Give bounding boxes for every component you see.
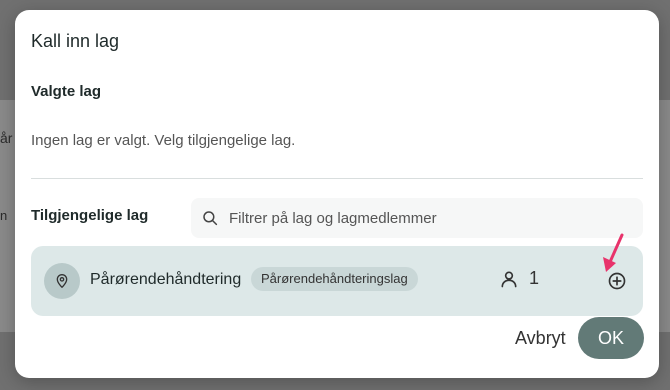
plus-circle-icon: [608, 272, 626, 290]
search-field[interactable]: [191, 198, 643, 238]
team-avatar: [44, 263, 80, 299]
background-text-fragment: år: [0, 130, 13, 146]
ok-button[interactable]: OK: [578, 317, 644, 359]
no-teams-selected-text: Ingen lag er valgt. Velg tilgjengelige l…: [31, 132, 296, 149]
team-row[interactable]: Pårørendehåndtering Pårørendehåndterings…: [31, 246, 643, 316]
search-input[interactable]: [227, 208, 631, 228]
member-count: 1: [499, 268, 539, 289]
annotation-arrow-icon: [603, 233, 624, 272]
team-type-badge: Pårørendehåndteringslag: [251, 267, 418, 291]
cancel-button[interactable]: Avbryt: [515, 328, 566, 349]
background-text-fragment: n: [0, 208, 8, 223]
divider: [31, 178, 643, 179]
available-teams-label: Tilgjengelige lag: [31, 207, 149, 224]
call-in-team-dialog: Kall inn lag Valgte lag Ingen lag er val…: [15, 10, 659, 378]
team-name: Pårørendehåndtering: [90, 271, 242, 288]
add-team-button[interactable]: [605, 269, 629, 293]
person-icon: [501, 271, 517, 287]
map-pin-icon: [56, 274, 68, 288]
dialog-title: Kall inn lag: [31, 31, 120, 51]
member-count-value: 1: [529, 268, 540, 288]
search-icon: [203, 211, 218, 226]
selected-teams-label: Valgte lag: [31, 83, 102, 100]
